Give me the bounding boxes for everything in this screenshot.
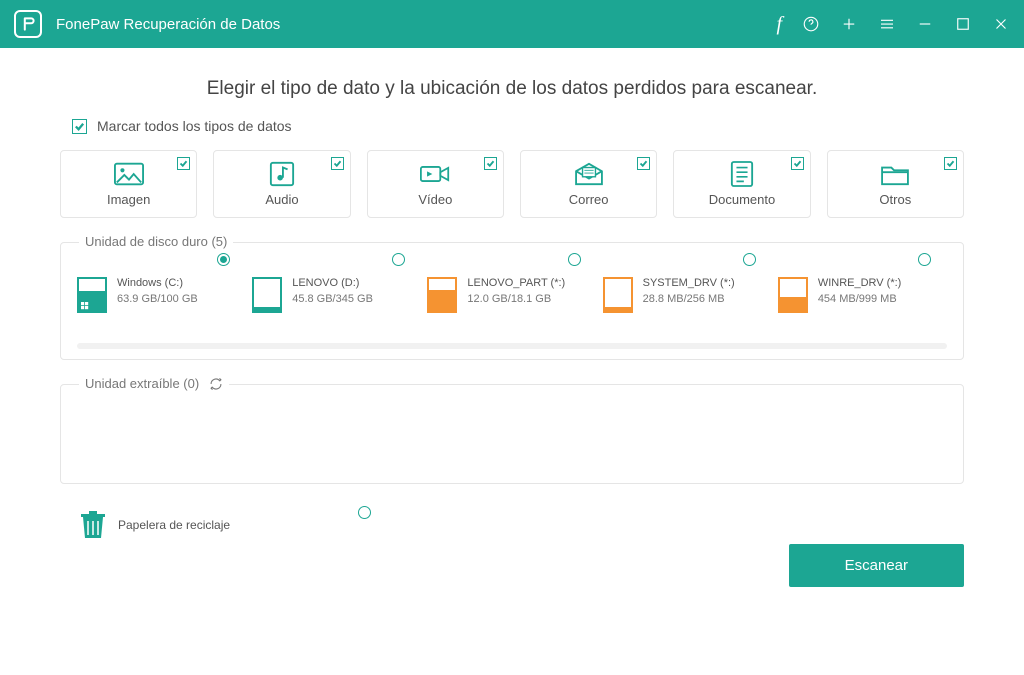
card-correo[interactable]: Correo [520, 150, 657, 218]
check-all-checkbox[interactable] [72, 119, 87, 134]
hdd-section: Unidad de disco duro (5) Windows (C:) 63… [60, 242, 964, 360]
video-icon [420, 162, 450, 186]
image-icon [114, 162, 144, 186]
app-title: FonePaw Recuperación de Datos [56, 16, 280, 33]
titlebar: FonePaw Recuperación de Datos f [0, 0, 1024, 48]
drive-icon [427, 277, 457, 313]
drive-d[interactable]: LENOVO (D:) 45.8 GB/345 GB [252, 271, 421, 343]
document-icon [727, 162, 757, 186]
trash-icon [80, 510, 106, 540]
check-all-label: Marcar todos los tipos de datos [97, 118, 292, 134]
audio-icon [267, 162, 297, 186]
hdd-section-title: Unidad de disco duro (5) [79, 234, 233, 249]
recycle-row[interactable]: Papelera de reciclaje [60, 510, 964, 540]
removable-section-title: Unidad extraíble (0) [79, 376, 229, 391]
card-documento[interactable]: Documento [673, 150, 810, 218]
drive-icon [603, 277, 633, 313]
removable-section: Unidad extraíble (0) [60, 384, 964, 484]
drive-part[interactable]: LENOVO_PART (*:) 12.0 GB/18.1 GB [427, 271, 596, 343]
card-label: Vídeo [418, 192, 452, 207]
drive-icon [77, 277, 107, 313]
menu-icon[interactable] [878, 15, 896, 33]
card-label: Documento [709, 192, 775, 207]
card-label: Correo [569, 192, 609, 207]
drives-row: Windows (C:) 63.9 GB/100 GB LENOVO (D:) … [71, 265, 953, 343]
drive-name: LENOVO_PART (*:) [467, 277, 565, 289]
drive-radio[interactable] [568, 253, 581, 266]
drive-name: SYSTEM_DRV (*:) [643, 277, 735, 289]
card-label: Audio [265, 192, 298, 207]
drive-radio[interactable] [918, 253, 931, 266]
plus-icon[interactable] [840, 15, 858, 33]
drive-radio[interactable] [392, 253, 405, 266]
check-all-row[interactable]: Marcar todos los tipos de datos [72, 118, 964, 134]
folder-icon [880, 162, 910, 186]
drive-icon [778, 277, 808, 313]
drive-radio[interactable] [217, 253, 230, 266]
drive-size: 28.8 MB/256 MB [643, 293, 735, 305]
card-label: Imagen [107, 192, 150, 207]
card-label: Otros [879, 192, 911, 207]
drive-name: WINRE_DRV (*:) [818, 277, 902, 289]
drive-name: Windows (C:) [117, 277, 198, 289]
drive-name: LENOVO (D:) [292, 277, 373, 289]
recycle-label: Papelera de reciclaje [118, 518, 230, 532]
refresh-icon[interactable] [209, 377, 223, 391]
card-audio[interactable]: Audio [213, 150, 350, 218]
drive-size: 63.9 GB/100 GB [117, 293, 198, 305]
help-icon[interactable] [802, 15, 820, 33]
card-otros[interactable]: Otros [827, 150, 964, 218]
facebook-icon[interactable]: f [776, 13, 782, 36]
drive-sys[interactable]: SYSTEM_DRV (*:) 28.8 MB/256 MB [603, 271, 772, 343]
drive-icon [252, 277, 282, 313]
drive-radio[interactable] [743, 253, 756, 266]
card-imagen[interactable]: Imagen [60, 150, 197, 218]
drive-c[interactable]: Windows (C:) 63.9 GB/100 GB [77, 271, 246, 343]
mail-icon [574, 162, 604, 186]
maximize-icon[interactable] [954, 15, 972, 33]
minimize-icon[interactable] [916, 15, 934, 33]
drive-size: 45.8 GB/345 GB [292, 293, 373, 305]
recycle-radio[interactable] [358, 506, 371, 519]
page-heading: Elegir el tipo de dato y la ubicación de… [60, 78, 964, 100]
drive-size: 12.0 GB/18.1 GB [467, 293, 565, 305]
titlebar-controls: f [776, 13, 1010, 36]
drive-size: 454 MB/999 MB [818, 293, 902, 305]
data-type-cards: Imagen Audio Vídeo Correo [60, 150, 964, 218]
drive-winre[interactable]: WINRE_DRV (*:) 454 MB/999 MB [778, 271, 947, 343]
card-video[interactable]: Vídeo [367, 150, 504, 218]
scan-button[interactable]: Escanear [789, 544, 964, 587]
app-logo [14, 10, 42, 38]
drives-scrollbar[interactable] [77, 343, 947, 349]
close-icon[interactable] [992, 15, 1010, 33]
